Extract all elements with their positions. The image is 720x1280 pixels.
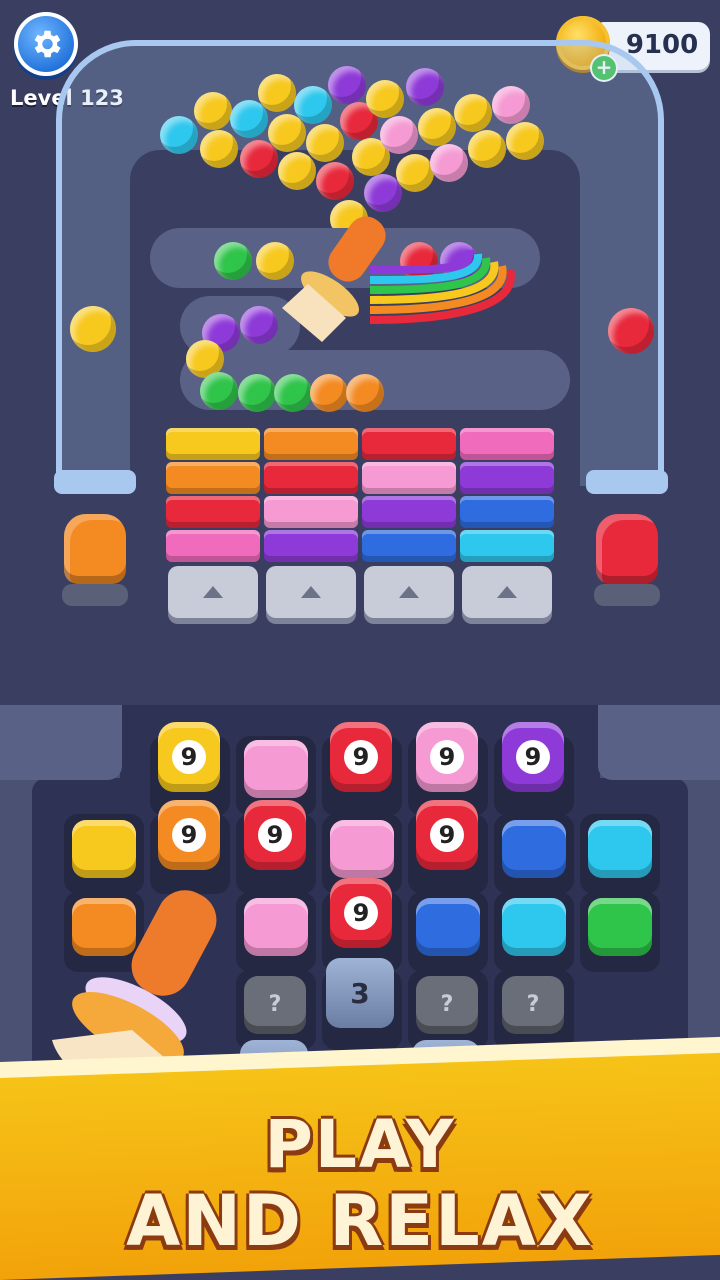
coin-amount: 9100	[625, 30, 699, 60]
jar-count: 9	[344, 740, 378, 774]
arrow-up-icon	[497, 586, 517, 598]
counter-bin[interactable]: 3	[326, 958, 394, 1028]
settings-button[interactable]	[14, 12, 78, 76]
pusher-button[interactable]	[168, 566, 258, 618]
track-ball	[274, 374, 312, 412]
color-block[interactable]	[330, 820, 394, 878]
pusher-button[interactable]	[364, 566, 454, 618]
color-jar[interactable]: 9	[244, 800, 306, 870]
track-ball	[238, 374, 276, 412]
mystery-block: ?	[244, 976, 306, 1034]
color-jar[interactable]: 9	[330, 722, 392, 792]
color-block[interactable]	[416, 898, 480, 956]
jar-count: 9	[516, 740, 550, 774]
track-ball	[200, 372, 238, 410]
arrow-up-icon	[399, 586, 419, 598]
right-tube-end	[586, 470, 668, 494]
color-jar[interactable]: 9	[416, 800, 478, 870]
pusher-button[interactable]	[266, 566, 356, 618]
color-jar[interactable]: 9	[416, 722, 478, 792]
left-cannon[interactable]	[64, 514, 126, 584]
track-ball	[310, 374, 348, 412]
right-cannon-base	[594, 584, 660, 606]
left-tube-end	[54, 470, 136, 494]
right-cannon[interactable]	[596, 514, 658, 584]
mystery-block: ?	[502, 976, 564, 1034]
jar-count: 9	[172, 818, 206, 852]
track-ball	[214, 242, 252, 280]
color-block[interactable]	[588, 820, 652, 878]
color-jar[interactable]: 9	[158, 722, 220, 792]
jar-count: 9	[172, 740, 206, 774]
left-cannon-base	[62, 584, 128, 606]
slogan-line-2: AND RELAX	[126, 1180, 594, 1262]
bar-stack-1	[166, 428, 260, 562]
right-cannon-ball	[608, 308, 654, 354]
color-jar[interactable]: 9	[502, 722, 564, 792]
mystery-block: ?	[416, 976, 478, 1034]
brush-icon	[282, 216, 386, 342]
board-corner-right	[598, 705, 720, 780]
left-cannon-ball	[70, 306, 116, 352]
slogan-line-1: PLAY	[264, 1106, 456, 1183]
jar-count: 9	[258, 818, 292, 852]
jar-count: 9	[430, 818, 464, 852]
color-block[interactable]	[72, 820, 136, 878]
bar-stack-4	[460, 428, 554, 562]
jar-count: 9	[344, 896, 378, 930]
color-block[interactable]	[502, 898, 566, 956]
color-block[interactable]	[244, 740, 308, 798]
track-ball	[346, 374, 384, 412]
color-block[interactable]	[588, 898, 652, 956]
bar-stack-3	[362, 428, 456, 562]
color-jar[interactable]: 9	[158, 800, 220, 870]
color-jar[interactable]: 9	[330, 878, 392, 948]
color-block[interactable]	[244, 898, 308, 956]
gear-icon	[34, 30, 61, 58]
jar-count: 9	[430, 740, 464, 774]
arrow-up-icon	[301, 586, 321, 598]
color-block[interactable]	[502, 820, 566, 878]
arrow-up-icon	[203, 586, 223, 598]
board-corner-left	[0, 705, 122, 780]
pusher-button[interactable]	[462, 566, 552, 618]
bar-stack-2	[264, 428, 358, 562]
